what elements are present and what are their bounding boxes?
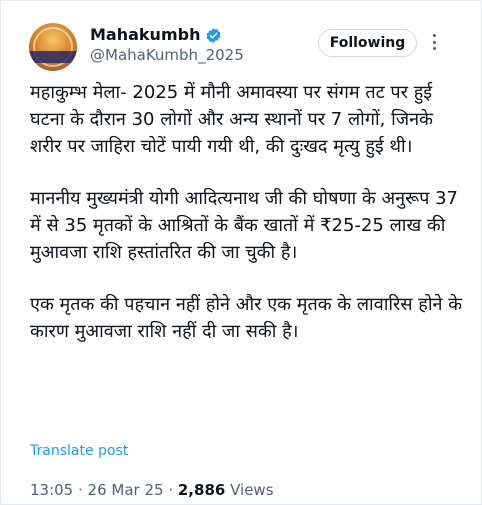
avatar[interactable] [29,23,77,71]
more-dot [432,47,436,50]
author-handle[interactable]: @MahaKumbh_2025 [90,46,244,64]
tweet-paragraph: महाकुम्भ मेला- 2025 में मौनी अमावस्या पर… [30,82,433,157]
avatar-banner [29,51,77,63]
display-name[interactable]: Mahakumbh [90,25,200,45]
post-time[interactable]: 13:05 [30,481,73,499]
tweet-paragraph: माननीय मुख्यमंत्री योगी आदित्यनाथ जी की … [30,188,458,263]
more-options-icon[interactable] [427,31,441,53]
tweet-meta: 13:05 · 26 Mar 25 · 2,886 Views [30,481,274,499]
author-name-row: Mahakumbh [90,25,222,45]
tweet-card: Mahakumbh @MahaKumbh_2025 Following महाक… [0,0,482,505]
following-button[interactable]: Following [318,29,417,57]
tweet-paragraph: एक मृतक की पहचान नहीं होने और एक मृतक के… [30,294,463,342]
more-dot [432,40,436,44]
more-dot [432,34,436,37]
tweet-text: महाकुम्भ मेला- 2025 में मौनी अमावस्या पर… [30,79,466,370]
views-label: Views [225,481,274,499]
views-count: 2,886 [177,481,226,499]
post-date[interactable]: 26 Mar 25 [88,481,164,499]
meta-separator: · [73,481,88,499]
verified-badge-icon [207,27,221,43]
meta-separator: · [163,481,178,499]
translate-post-link[interactable]: Translate post [30,443,128,459]
